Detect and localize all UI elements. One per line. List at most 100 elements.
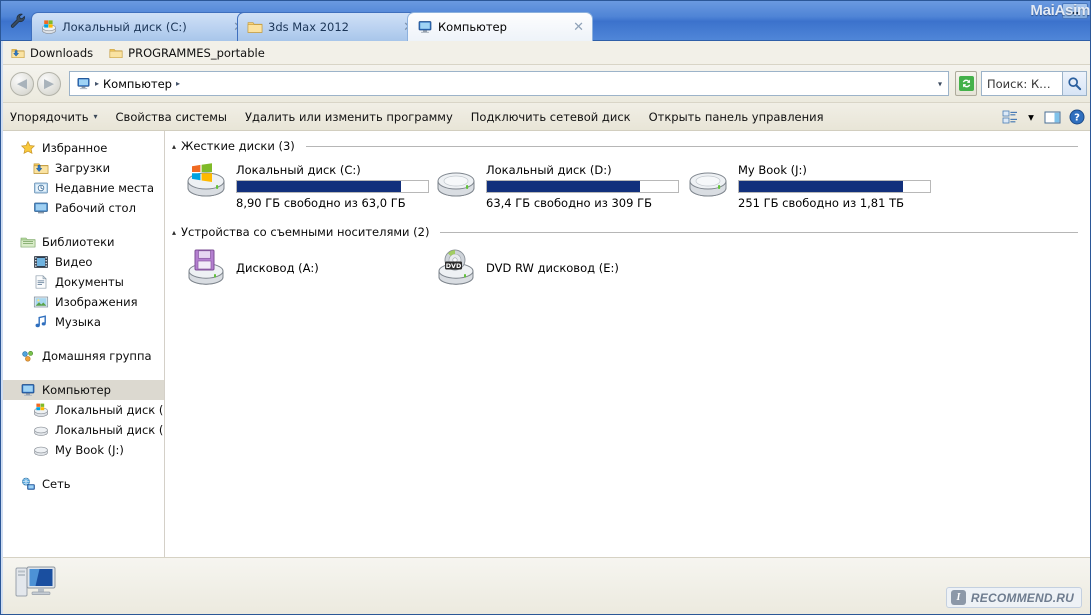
command-uninstall-change-program[interactable]: Удалить или изменить программу <box>236 104 462 130</box>
watermark-badge: I <box>950 590 966 605</box>
sidebar-item-pictures[interactable]: Изображения <box>2 292 164 312</box>
downloads-folder-icon <box>33 163 49 174</box>
command-organize[interactable]: Упорядочить ▾ <box>1 104 107 130</box>
drive-free-text: 63,4 ГБ свободно из 309 ГБ <box>486 196 652 210</box>
drive-info: Локальный диск (C:) 8,90 ГБ свободно из … <box>236 161 429 210</box>
tab-3ds-max-2012[interactable]: 3ds Max 2012 ✕ <box>237 12 423 41</box>
sidebar-label: Недавние места <box>55 181 155 195</box>
sidebar-item-documents[interactable]: Документы <box>2 272 164 292</box>
details-pane: Рабочая группа: WORKGROUP Память: 2,00 Г… <box>2 557 1090 614</box>
sidebar-group-favorites[interactable]: Избранное <box>2 138 164 158</box>
sidebar-label: Изображения <box>55 295 138 309</box>
sidebar-item-local-disk-c[interactable]: Локальный диск (C:) <box>2 400 164 420</box>
drive-icon <box>34 446 48 456</box>
command-label: Упорядочить <box>10 109 89 124</box>
sidebar-item-my-book-j[interactable]: My Book (J:) <box>2 440 164 460</box>
favorites-item-label: Downloads <box>30 45 94 60</box>
content-pane[interactable]: ▴ Жесткие диски (3) Локальный диск (C:) … <box>166 131 1090 557</box>
computer-large-icon <box>15 566 56 597</box>
drive-usage-fill <box>487 181 640 192</box>
back-button[interactable]: ◀ <box>10 72 34 96</box>
command-map-network-drive[interactable]: Подключить сетевой диск <box>462 104 640 130</box>
explorer-body: Избранное Загрузки Недавние места Рабочи… <box>2 131 1090 557</box>
favorites-item-programmes-portable[interactable]: PROGRAMMES_portable <box>109 46 265 60</box>
change-view-button[interactable] <box>999 106 1021 128</box>
sidebar-item-local-disk-d[interactable]: Локальный диск (D:) <box>2 420 164 440</box>
command-label: Свойства системы <box>115 109 227 124</box>
search-input-value: Поиск: К… <box>987 76 1051 91</box>
drive-free-text: 251 ГБ свободно из 1,81 ТБ <box>738 196 905 210</box>
collapse-caret-icon[interactable]: ▴ <box>172 228 176 237</box>
sidebar-label: Локальный диск (C:) <box>55 403 164 417</box>
group-header-hard-disks[interactable]: ▴ Жесткие диски (3) <box>172 139 1090 153</box>
address-bar[interactable]: ▸ Компьютер ▸ ▾ <box>69 71 949 96</box>
preview-pane-button[interactable] <box>1041 106 1063 128</box>
wrench-icon[interactable] <box>9 12 27 30</box>
tab-computer[interactable]: Компьютер ✕ <box>407 12 593 41</box>
device-tile-floppy-a[interactable]: Дисковод (A:) <box>184 249 319 287</box>
forward-button[interactable]: ▶ <box>37 72 61 96</box>
watermark-irecommend: I RECOMMEND.RU <box>945 587 1082 608</box>
pictures-icon <box>33 296 49 308</box>
search-input[interactable]: Поиск: К… <box>981 71 1063 96</box>
sidebar-group-libraries[interactable]: Библиотеки <box>2 232 164 252</box>
address-dropdown-icon[interactable]: ▾ <box>938 79 942 88</box>
device-tiles: Дисковод (A:) DVD DVD RW дисковод (E:) <box>166 239 1090 299</box>
refresh-button[interactable] <box>955 71 977 96</box>
device-tile-dvd-e[interactable]: DVD DVD RW дисковод (E:) <box>434 249 619 287</box>
sidebar-item-video[interactable]: Видео <box>2 252 164 272</box>
drive-name: My Book (J:) <box>738 163 807 177</box>
navigation-pane[interactable]: Избранное Загрузки Недавние места Рабочи… <box>2 131 165 557</box>
sidebar-item-desktop[interactable]: Рабочий стол <box>2 198 164 218</box>
drive-icon <box>437 172 475 197</box>
command-label: Удалить или изменить программу <box>245 109 453 124</box>
drive-tile-c[interactable]: Локальный диск (C:) 8,90 ГБ свободно из … <box>184 161 429 210</box>
sidebar-item-music[interactable]: Музыка <box>2 312 164 332</box>
drive-tile-j[interactable]: My Book (J:) 251 ГБ свободно из 1,81 ТБ <box>686 161 931 210</box>
sidebar-group-network[interactable]: Сеть <box>2 474 164 494</box>
help-button[interactable]: ? <box>1066 106 1088 128</box>
sidebar-group-homegroup[interactable]: Домашняя группа <box>2 346 164 366</box>
search-icon <box>1068 77 1082 91</box>
computer-icon <box>418 21 432 33</box>
breadcrumb-label[interactable]: Компьютер <box>103 77 172 91</box>
drive-tile-d[interactable]: Локальный диск (D:) 63,4 ГБ свободно из … <box>434 161 679 210</box>
sidebar-item-computer[interactable]: Компьютер <box>2 380 164 400</box>
windows-drive-icon <box>34 403 48 417</box>
sidebar-item-downloads[interactable]: Загрузки <box>2 158 164 178</box>
command-open-control-panel[interactable]: Открыть панель управления <box>640 104 833 130</box>
dvd-drive-icon: DVD <box>438 249 474 285</box>
drive-usage-fill <box>237 181 402 192</box>
tab-local-disk-c[interactable]: Локальный диск (C:) ✕ <box>31 12 253 41</box>
tab-label: Локальный диск (C:) <box>62 20 187 34</box>
libraries-icon <box>20 237 36 248</box>
breadcrumb-caret-icon[interactable]: ▸ <box>95 79 99 88</box>
sidebar-item-recent-places[interactable]: Недавние места <box>2 178 164 198</box>
chevron-down-icon: ▾ <box>1028 110 1034 124</box>
group-header-label: Жесткие диски (3) <box>181 139 295 153</box>
command-system-properties[interactable]: Свойства системы <box>107 104 236 130</box>
group-header-label: Устройства со съемными носителями (2) <box>181 225 430 239</box>
close-icon[interactable]: ✕ <box>573 21 584 34</box>
homegroup-icon <box>22 351 33 362</box>
group-header-removable-devices[interactable]: ▴ Устройства со съемными носителями (2) <box>172 225 1090 239</box>
drive-usage-fill <box>739 181 904 192</box>
back-arrow-icon: ◀ <box>17 76 27 92</box>
sidebar-label: Компьютер <box>42 383 111 397</box>
favorites-bar: Downloads PROGRAMMES_portable <box>1 41 1090 65</box>
breadcrumb[interactable]: ▸ Компьютер ▸ <box>76 76 180 91</box>
view-dropdown-button[interactable]: ▾ <box>1024 106 1038 128</box>
collapse-caret-icon[interactable]: ▴ <box>172 142 176 151</box>
tab-label: 3ds Max 2012 <box>268 20 349 34</box>
favorites-item-downloads[interactable]: Downloads <box>11 46 93 60</box>
breadcrumb-caret-icon-2[interactable]: ▸ <box>176 79 180 88</box>
search-button[interactable] <box>1063 71 1087 96</box>
drive-name: Локальный диск (D:) <box>486 163 612 177</box>
drive-icon <box>689 172 727 197</box>
sidebar-label: Библиотеки <box>42 235 115 249</box>
windows-drive-icon <box>187 163 225 197</box>
